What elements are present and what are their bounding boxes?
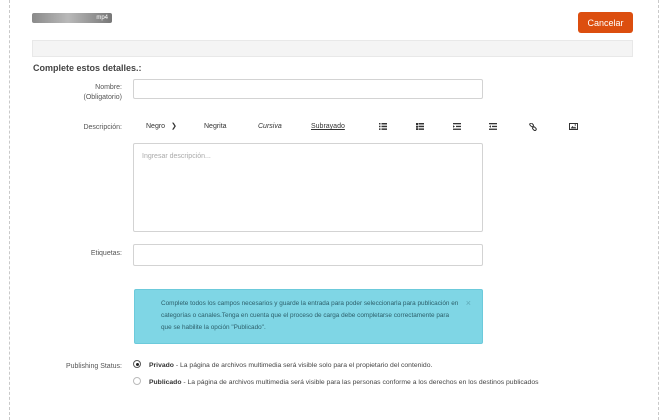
name-label: Nombre: (Obligatorio) xyxy=(40,83,122,103)
required-label-text: (Obligatorio) xyxy=(83,94,122,101)
image-icon[interactable] xyxy=(569,120,578,130)
publishing-status-label: Publishing Status: xyxy=(65,363,122,370)
description-placeholder: Ingresar descripción... xyxy=(142,153,211,160)
alert-message: Complete todos los campos necesarios y g… xyxy=(161,300,459,331)
private-radio[interactable] xyxy=(133,360,141,368)
cancel-button[interactable]: Cancelar xyxy=(578,12,633,33)
private-option[interactable]: Privado - La página de archivos multimed… xyxy=(133,360,433,369)
italic-button[interactable]: Cursiva xyxy=(258,120,282,134)
upload-progress-bar xyxy=(32,40,633,57)
font-color-select[interactable]: Negro ❯ xyxy=(146,120,177,134)
chevron-down-icon: ❯ xyxy=(171,123,177,130)
info-alert: Complete todos los campos necesarios y g… xyxy=(134,289,483,344)
section-title: Complete estos detalles.: xyxy=(33,63,142,73)
published-title: Publicado xyxy=(149,378,182,386)
private-description: - La página de archivos multimedia será … xyxy=(173,361,433,369)
ordered-list-icon[interactable] xyxy=(416,120,424,130)
tags-input[interactable] xyxy=(133,244,483,266)
link-icon[interactable] xyxy=(529,120,537,131)
published-description: - La página de archivos multimedia será … xyxy=(181,378,539,386)
name-label-text: Nombre: xyxy=(95,84,122,91)
outdent-icon[interactable] xyxy=(489,120,497,130)
tags-label: Etiquetas: xyxy=(90,250,122,257)
file-name-chip: mp4 xyxy=(32,13,112,23)
editor-toolbar: Negro ❯ Negrita Cursiva Subrayado xyxy=(134,120,594,134)
name-input[interactable] xyxy=(133,79,483,99)
published-radio[interactable] xyxy=(133,377,141,385)
font-color-value: Negro xyxy=(146,123,166,130)
description-textarea[interactable]: Ingresar descripción... xyxy=(133,143,483,232)
published-option[interactable]: Publicado - La página de archivos multim… xyxy=(133,377,539,386)
unordered-list-icon[interactable] xyxy=(379,120,387,130)
private-title: Privado xyxy=(149,361,174,369)
indent-icon[interactable] xyxy=(453,120,461,130)
description-label: Descripción: xyxy=(83,124,122,131)
underline-button[interactable]: Subrayado xyxy=(311,120,345,134)
close-icon[interactable]: × xyxy=(466,298,471,308)
file-extension: mp4 xyxy=(96,15,108,21)
bold-button[interactable]: Negrita xyxy=(204,120,227,134)
